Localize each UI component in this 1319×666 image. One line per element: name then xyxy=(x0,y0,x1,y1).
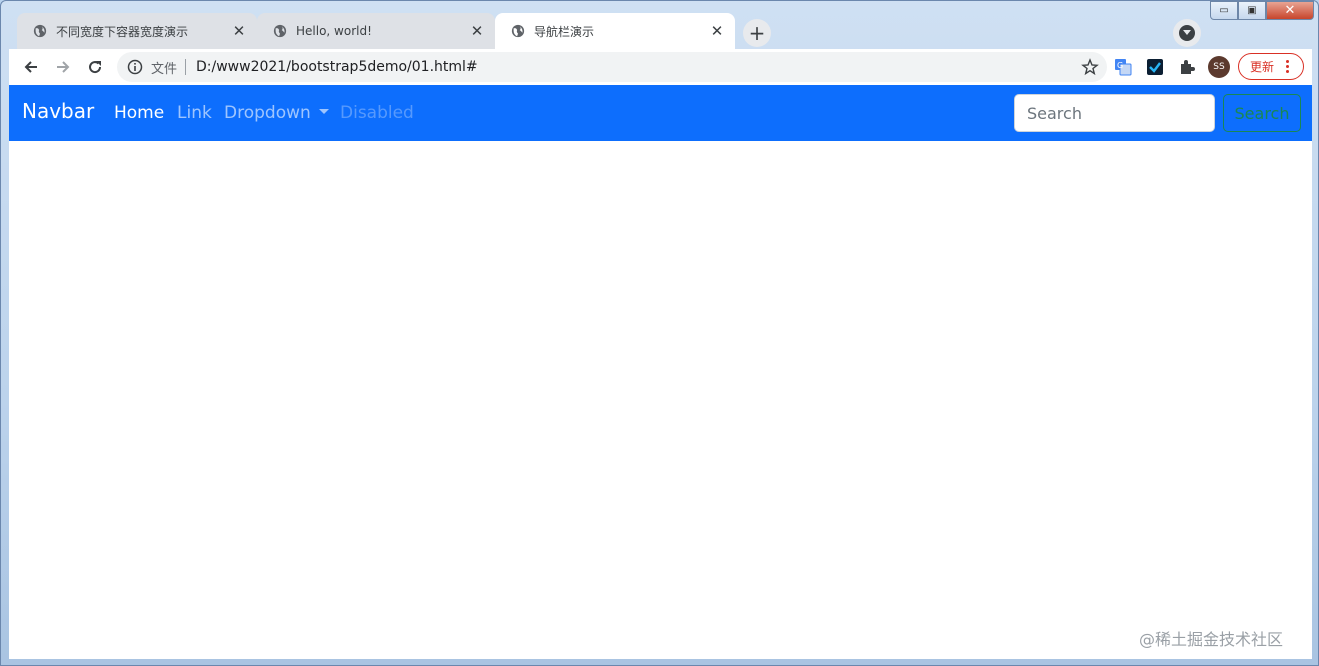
caret-down-icon xyxy=(318,109,329,114)
chevron-down-icon xyxy=(1179,25,1195,41)
extensions-puzzle-icon[interactable] xyxy=(1176,56,1198,78)
tab-title: 导航栏演示 xyxy=(534,24,595,39)
dropdown-label: Dropdown xyxy=(224,103,311,123)
back-button[interactable] xyxy=(18,54,44,80)
new-tab-button[interactable]: + xyxy=(743,19,771,47)
tab-navbar-demo[interactable]: 导航栏演示 ✕ xyxy=(495,13,735,49)
tab-container-width-demo[interactable]: 不同宽度下容器宽度演示 ✕ xyxy=(17,13,257,49)
omnibox-divider xyxy=(185,59,187,75)
tab-hello-world[interactable]: Hello, world! ✕ xyxy=(257,13,495,49)
browser-toolbar: 文件 D:/www2021/bootstrap5demo/01.html# G xyxy=(9,49,1312,85)
update-label: 更新 xyxy=(1250,60,1275,74)
url-text[interactable]: D:/www2021/bootstrap5demo/01.html# xyxy=(196,59,1081,75)
tab-title: 不同宽度下容器宽度演示 xyxy=(56,24,189,39)
address-bar[interactable]: 文件 D:/www2021/bootstrap5demo/01.html# xyxy=(117,52,1107,82)
translate-extension-icon[interactable]: G xyxy=(1112,56,1134,78)
navbar-brand[interactable]: Navbar xyxy=(22,99,94,123)
arrow-right-icon xyxy=(57,61,70,73)
nav-link-home[interactable]: Home xyxy=(114,103,164,123)
close-tab-icon[interactable]: ✕ xyxy=(469,22,485,40)
search-input[interactable] xyxy=(1014,94,1215,132)
nav-link-disabled: Disabled xyxy=(340,103,414,123)
tab-strip: 不同宽度下容器宽度演示 ✕ Hello, world! ✕ 导航栏演示 ✕ + xyxy=(9,9,1312,49)
todo-extension-icon[interactable] xyxy=(1144,56,1166,78)
tab-search-button[interactable] xyxy=(1173,19,1201,47)
reload-button[interactable] xyxy=(82,54,108,80)
globe-icon xyxy=(33,24,47,38)
bookmark-star-icon[interactable] xyxy=(1081,58,1099,76)
search-button[interactable]: Search xyxy=(1223,94,1301,132)
page-viewport: Navbar Home Link Dropdown Disabled Searc… xyxy=(9,85,1312,659)
plus-icon: + xyxy=(748,21,766,45)
arrow-left-icon xyxy=(24,61,37,73)
globe-icon xyxy=(273,24,287,38)
browser-window: ▭ ▣ ✕ 不同宽度下容器宽度演示 ✕ Hello, world! ✕ 导航栏演… xyxy=(0,0,1319,666)
nav-link-link[interactable]: Link xyxy=(177,103,212,123)
close-tab-icon[interactable]: ✕ xyxy=(709,22,725,40)
svg-text:G: G xyxy=(1117,61,1123,70)
tab-title: Hello, world! xyxy=(296,24,372,38)
close-tab-icon[interactable]: ✕ xyxy=(231,22,247,40)
forward-button[interactable] xyxy=(50,54,76,80)
reload-icon xyxy=(89,61,102,74)
globe-icon xyxy=(511,24,525,38)
update-button[interactable]: 更新 xyxy=(1238,53,1304,80)
profile-avatar[interactable]: SS xyxy=(1208,56,1230,78)
file-scheme-label: 文件 xyxy=(151,61,178,77)
nav-link-dropdown[interactable]: Dropdown xyxy=(224,103,329,123)
watermark: @稀土掘金技术社区 xyxy=(1139,630,1284,649)
info-icon[interactable] xyxy=(127,59,143,75)
bootstrap-navbar: Navbar Home Link Dropdown Disabled Searc… xyxy=(9,85,1312,141)
more-menu-icon xyxy=(1286,60,1290,73)
